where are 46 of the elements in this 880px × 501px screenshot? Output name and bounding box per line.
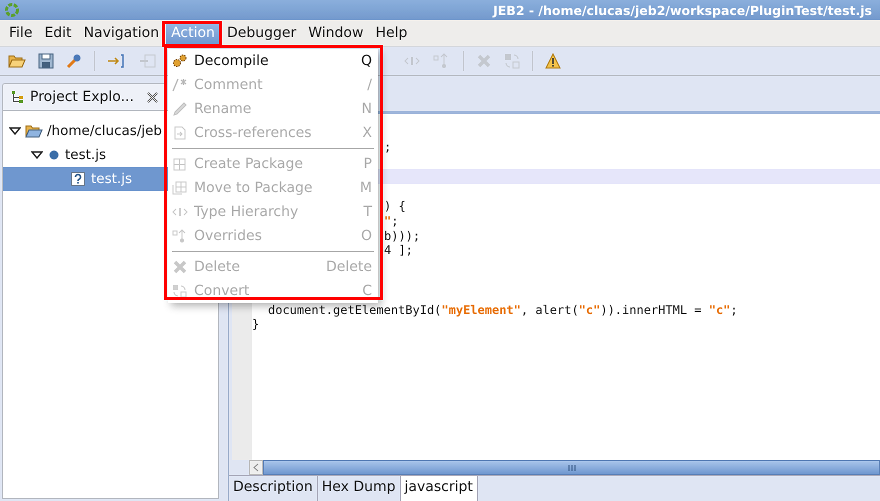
menu-item[interactable]: Window	[303, 22, 368, 44]
wrench-icon[interactable]	[66, 53, 82, 69]
delete-icon	[172, 260, 188, 274]
warning-icon[interactable]	[545, 53, 561, 69]
open-folder-icon[interactable]	[8, 53, 26, 69]
tab-label: Project Explo...	[30, 89, 134, 105]
window-title: JEB2 - /home/clucas/jeb2/workspace/PluginTest/test.js	[491, 2, 873, 18]
editor-tab[interactable]: javascript	[400, 476, 478, 501]
hierarchy-icon	[172, 205, 188, 219]
code-line: document.getElementById("myElement", alert("c")).innerHTML = "c";	[268, 302, 738, 317]
code-line: b)));	[384, 228, 420, 243]
menu-item[interactable]: Edit	[39, 22, 77, 44]
menu-item[interactable]: Decompile Q	[172, 49, 374, 73]
arrow-into-bracket-icon[interactable]	[107, 53, 127, 69]
tree-icon	[11, 90, 25, 104]
scroll-left-button[interactable]	[249, 460, 263, 475]
editor-tab[interactable]: Hex Dump	[318, 476, 401, 501]
project-explorer-tab[interactable]: Project Explo...	[2, 83, 167, 110]
chevron-left-icon	[253, 463, 259, 472]
expand-toggle-icon[interactable]	[9, 125, 21, 137]
grid-icon	[172, 181, 188, 195]
comment-icon	[172, 78, 188, 92]
save-icon[interactable]	[38, 53, 54, 69]
menu-item[interactable]: Navigation	[78, 22, 164, 44]
menu-item[interactable]: File	[4, 22, 38, 44]
bullet-icon	[49, 150, 59, 160]
code-line: ) {	[384, 198, 406, 213]
folder-icon	[25, 124, 43, 138]
convert-icon	[172, 284, 188, 298]
code-line: 4 ];	[384, 243, 413, 258]
code-line: ";	[384, 214, 398, 228]
app-logo-icon	[4, 2, 20, 18]
close-icon[interactable]	[146, 92, 158, 102]
pencil-icon	[172, 102, 188, 116]
code-line: ;	[384, 140, 392, 154]
code-line: }	[252, 317, 260, 332]
gears-icon	[172, 54, 188, 68]
scrollbar-thumb[interactable]	[263, 460, 880, 475]
menu-item[interactable]: Help	[370, 22, 412, 44]
document-arrow-icon	[172, 126, 188, 140]
grid-icon	[172, 157, 188, 171]
overrides-icon	[172, 229, 188, 243]
grip-icon	[568, 464, 576, 470]
expand-toggle-icon[interactable]	[31, 149, 43, 161]
unknown-file-icon	[71, 172, 85, 186]
menu-item[interactable]: Debugger	[222, 22, 302, 44]
